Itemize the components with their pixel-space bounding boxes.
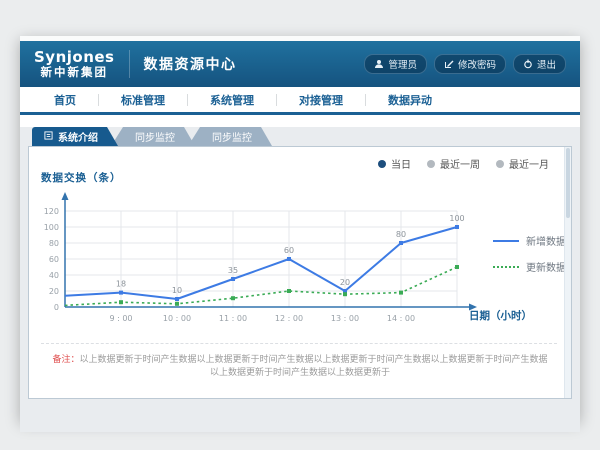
footnote-text: 以上数据更新于时间产生数据以上数据更新于时间产生数据以上数据更新于时间产生数据以… xyxy=(80,355,548,378)
footnote-divider xyxy=(41,343,557,344)
svg-text:60: 60 xyxy=(284,246,294,255)
svg-text:11 : 00: 11 : 00 xyxy=(219,314,247,323)
nav-underline xyxy=(20,112,580,115)
svg-text:9 : 00: 9 : 00 xyxy=(109,314,132,323)
header-divider xyxy=(129,50,130,78)
svg-text:60: 60 xyxy=(49,255,59,264)
tab-label: 同步监控 xyxy=(212,129,252,144)
tab-sync-monitor-2[interactable]: 同步监控 xyxy=(188,127,272,146)
app-window: Synjones 新中新集团 数据资源中心 管理员 修改密码 xyxy=(20,36,580,420)
tab-label: 系统介绍 xyxy=(58,129,98,144)
range-selector: 当日 最近一周 最近一月 xyxy=(378,156,549,171)
footnote-label: 备注： xyxy=(52,355,79,365)
line-chart: 0 20 40 60 80 100 120 9 : 00 10 : 00 11 : 00 12 : … xyxy=(35,191,487,333)
range-option-last-month[interactable]: 最近一月 xyxy=(496,156,549,171)
legend-label: 更新数据 xyxy=(526,259,566,274)
header-actions: 管理员 修改密码 退出 xyxy=(364,54,566,74)
logo-text-cn: 新中新集团 xyxy=(34,66,115,79)
footnote: 备注：以上数据更新于时间产生数据以上数据更新于时间产生数据以上数据更新于时间产生… xyxy=(49,354,551,379)
range-option-label: 当日 xyxy=(391,156,411,171)
panel-scrollbar[interactable] xyxy=(564,147,571,398)
nav-item-home[interactable]: 首页 xyxy=(32,92,98,108)
radio-dot xyxy=(496,160,504,168)
svg-text:10: 10 xyxy=(172,286,182,295)
nav-item-data-change[interactable]: 数据异动 xyxy=(366,92,454,108)
svg-text:80: 80 xyxy=(49,239,59,248)
chart-panel: 当日 最近一周 最近一月 数据交换（条） 0 20 40 60 80 100 120 9 : … xyxy=(28,146,572,399)
nav-item-system-mgmt[interactable]: 系统管理 xyxy=(188,92,276,108)
tab-system-intro[interactable]: 系统介绍 xyxy=(32,127,118,146)
svg-text:12 : 00: 12 : 00 xyxy=(275,314,303,323)
range-option-last-week[interactable]: 最近一周 xyxy=(427,156,480,171)
user-button[interactable]: 管理员 xyxy=(364,54,427,74)
tab-sync-monitor-1[interactable]: 同步监控 xyxy=(111,127,195,146)
nav-item-standard-mgmt[interactable]: 标准管理 xyxy=(99,92,187,108)
range-option-today[interactable]: 当日 xyxy=(378,156,411,171)
user-button-label: 管理员 xyxy=(388,57,417,71)
chart-legend: 新增数据 更新数据 xyxy=(493,233,566,274)
svg-text:80: 80 xyxy=(396,230,406,239)
dotted-line-swatch xyxy=(493,266,519,268)
range-option-label: 最近一周 xyxy=(440,156,480,171)
svg-text:40: 40 xyxy=(49,271,59,280)
x-axis-title: 日期（小时） xyxy=(469,308,532,323)
edit-icon xyxy=(444,59,454,69)
logo-text-en: Synjones xyxy=(34,49,115,66)
logout-label: 退出 xyxy=(537,57,556,71)
svg-text:120: 120 xyxy=(44,207,59,216)
app-header: Synjones 新中新集团 数据资源中心 管理员 修改密码 xyxy=(20,41,580,87)
svg-text:100: 100 xyxy=(44,223,59,232)
power-icon xyxy=(523,59,533,69)
desktop-background: Synjones 新中新集团 数据资源中心 管理员 修改密码 xyxy=(0,0,600,450)
range-option-label: 最近一月 xyxy=(509,156,549,171)
svg-text:20: 20 xyxy=(340,278,350,287)
svg-text:18: 18 xyxy=(116,280,126,289)
legend-item-new-data[interactable]: 新增数据 xyxy=(493,233,566,248)
user-icon xyxy=(374,59,384,69)
nav-item-interface-mgmt[interactable]: 对接管理 xyxy=(277,92,365,108)
radio-dot xyxy=(378,160,386,168)
document-icon xyxy=(44,131,53,143)
logout-button[interactable]: 退出 xyxy=(513,54,566,74)
change-password-label: 修改密码 xyxy=(458,57,496,71)
content-area: 系统介绍 同步监控 同步监控 当日 最近一周 xyxy=(20,127,580,432)
solid-line-swatch xyxy=(493,240,519,242)
scrollbar-thumb[interactable] xyxy=(566,148,570,218)
svg-text:13 : 00: 13 : 00 xyxy=(331,314,359,323)
page-title: 数据资源中心 xyxy=(144,54,237,74)
radio-dot xyxy=(427,160,435,168)
legend-label: 新增数据 xyxy=(526,233,566,248)
y-axis-title: 数据交换（条） xyxy=(41,170,122,185)
svg-text:35: 35 xyxy=(228,266,238,275)
svg-text:10 : 00: 10 : 00 xyxy=(163,314,191,323)
tab-label: 同步监控 xyxy=(135,129,175,144)
svg-text:20: 20 xyxy=(49,287,59,296)
change-password-button[interactable]: 修改密码 xyxy=(434,54,506,74)
svg-text:100: 100 xyxy=(449,214,464,223)
svg-text:0: 0 xyxy=(54,303,59,312)
svg-text:14 : 00: 14 : 00 xyxy=(387,314,415,323)
logo: Synjones 新中新集团 xyxy=(34,49,115,78)
tab-bar: 系统介绍 同步监控 同步监控 xyxy=(32,127,580,146)
main-nav: 首页 标准管理 系统管理 对接管理 数据异动 xyxy=(20,87,580,112)
legend-item-updated-data[interactable]: 更新数据 xyxy=(493,259,566,274)
